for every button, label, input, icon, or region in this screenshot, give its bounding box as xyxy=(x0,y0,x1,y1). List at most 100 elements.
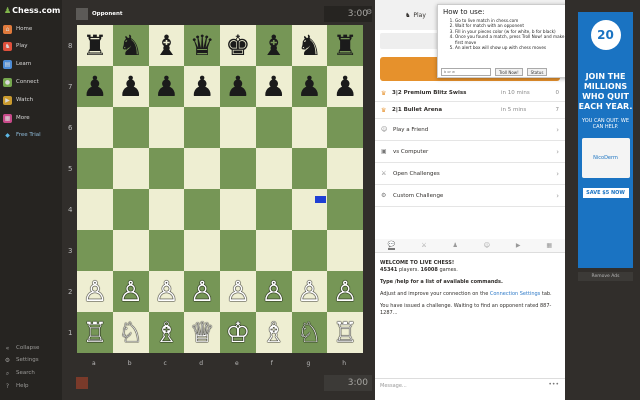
chess-piece[interactable]: ♟ xyxy=(261,72,286,101)
board-square[interactable] xyxy=(291,230,328,271)
chess-piece[interactable]: ♙ xyxy=(154,277,179,306)
chess-piece[interactable]: ♝ xyxy=(261,31,286,60)
board-square[interactable] xyxy=(184,107,220,148)
board-square[interactable]: ♖ xyxy=(327,312,363,353)
board-square[interactable]: ♖ xyxy=(77,312,113,353)
chess-piece[interactable]: ♟ xyxy=(333,72,358,101)
board-settings-gear-icon[interactable]: ⚙ xyxy=(366,8,372,16)
board-square[interactable] xyxy=(77,107,113,148)
chat-tab-icon[interactable]: 💬 xyxy=(387,241,396,250)
board-square[interactable] xyxy=(291,107,328,148)
chess-piece[interactable]: ♗ xyxy=(154,318,179,347)
board-square[interactable] xyxy=(184,148,220,189)
friends-tab-icon[interactable]: ☺ xyxy=(484,242,490,249)
board-square[interactable]: ♜ xyxy=(77,25,113,66)
board-square[interactable]: ♞ xyxy=(291,25,328,66)
games-tab-icon[interactable]: ⚔ xyxy=(421,242,426,249)
nav-item-play[interactable]: ♞ Play xyxy=(3,39,59,53)
board-square[interactable]: ♕ xyxy=(184,312,220,353)
board-square[interactable] xyxy=(327,230,363,271)
board-square[interactable] xyxy=(112,148,149,189)
board-square[interactable]: ♟ xyxy=(220,66,256,107)
board-square[interactable] xyxy=(184,189,220,230)
board-square[interactable]: ♟ xyxy=(112,66,149,107)
chess-piece[interactable]: ♘ xyxy=(297,318,322,347)
chess-piece[interactable]: ♙ xyxy=(297,277,322,306)
ad-save-button[interactable]: SAVE $5 NOW xyxy=(582,188,629,198)
board-square[interactable] xyxy=(327,189,363,230)
board-square[interactable]: ♙ xyxy=(220,271,256,312)
board-square[interactable]: ♝ xyxy=(148,25,185,66)
board-square[interactable]: ♟ xyxy=(77,66,113,107)
board-square[interactable] xyxy=(255,107,292,148)
chess-piece[interactable]: ♙ xyxy=(333,277,358,306)
chess-piece[interactable]: ♖ xyxy=(82,318,107,347)
chess-com-logo[interactable]: ♟Chess.com xyxy=(4,6,60,15)
board-square[interactable]: ♝ xyxy=(255,25,292,66)
message-input[interactable]: Message... xyxy=(375,378,565,392)
board-square[interactable] xyxy=(148,230,185,271)
board-square[interactable]: ♔ xyxy=(220,312,256,353)
board-square[interactable]: ♙ xyxy=(327,271,363,312)
chess-board[interactable]: ♜ ♞ ♝ ♛ ♚ ♝ ♞ ♜ ♟ ♟ ♟ ♟ ♟ ♟ ♟ ♟ ♙ ♙ ♙ ♙ ♙ ♙ ♙ ♙ ♖ ♘ ♗ ♕ ♔ ♗ ♘ ♖ xyxy=(77,25,363,353)
nav-item-more[interactable]: ▦ More xyxy=(3,111,59,125)
custom-challenge-row[interactable]: ⚙ Custom Challenge › xyxy=(375,185,565,207)
more-options-icon[interactable]: ••• xyxy=(548,381,559,388)
chess-piece[interactable]: ♟ xyxy=(225,72,250,101)
watch-tab-icon[interactable]: ▶ xyxy=(516,242,521,249)
lobby-event-row[interactable]: ♛ 2|1 Bullet Arena in 5 mins 7 xyxy=(375,102,565,119)
chess-piece[interactable]: ♙ xyxy=(190,277,215,306)
board-square[interactable]: ♙ xyxy=(112,271,149,312)
chess-piece[interactable]: ♞ xyxy=(118,31,143,60)
board-square[interactable] xyxy=(148,107,185,148)
board-square[interactable] xyxy=(255,189,292,230)
board-square[interactable] xyxy=(220,189,256,230)
nav-item-home[interactable]: ⌂ Home xyxy=(3,22,59,36)
board-square[interactable] xyxy=(220,107,256,148)
board-square[interactable]: ♘ xyxy=(112,312,149,353)
board-square[interactable] xyxy=(77,189,113,230)
board-square[interactable] xyxy=(220,230,256,271)
chess-piece[interactable]: ♛ xyxy=(190,31,215,60)
troll-now-button[interactable]: Troll Now! xyxy=(495,68,523,76)
board-square[interactable] xyxy=(220,148,256,189)
board-square[interactable]: ♚ xyxy=(220,25,256,66)
color-input[interactable] xyxy=(441,68,491,76)
nav-item-learn[interactable]: ▤ Learn xyxy=(3,57,59,71)
board-square[interactable]: ♜ xyxy=(327,25,363,66)
chess-piece[interactable]: ♜ xyxy=(333,31,358,60)
board-square[interactable] xyxy=(112,107,149,148)
board-square[interactable] xyxy=(327,148,363,189)
board-square[interactable] xyxy=(112,230,149,271)
board-square[interactable] xyxy=(255,148,292,189)
chess-piece[interactable]: ♕ xyxy=(190,318,215,347)
chess-piece[interactable]: ♘ xyxy=(118,318,143,347)
chess-piece[interactable]: ♟ xyxy=(118,72,143,101)
board-square[interactable]: ♙ xyxy=(255,271,292,312)
board-square[interactable]: ♟ xyxy=(184,66,220,107)
chess-piece[interactable]: ♗ xyxy=(261,318,286,347)
events-tab-icon[interactable]: ▦ xyxy=(546,242,552,249)
chess-piece[interactable]: ♖ xyxy=(333,318,358,347)
lobby-event-row[interactable]: ♛ 3|2 Premium Blitz Swiss in 10 mins 0 xyxy=(375,85,565,102)
board-square[interactable] xyxy=(184,230,220,271)
chess-piece[interactable]: ♙ xyxy=(225,277,250,306)
board-square[interactable]: ♙ xyxy=(184,271,220,312)
play-a-friend-row[interactable]: ☺ Play a Friend › xyxy=(375,119,565,141)
chess-piece[interactable]: ♟ xyxy=(154,72,179,101)
chess-piece[interactable]: ♟ xyxy=(190,72,215,101)
board-square[interactable] xyxy=(148,189,185,230)
board-square[interactable]: ♟ xyxy=(291,66,328,107)
chess-piece[interactable]: ♝ xyxy=(154,31,179,60)
chess-piece[interactable]: ♟ xyxy=(297,72,322,101)
tab-play[interactable]: Play xyxy=(413,12,426,19)
board-square[interactable]: ♟ xyxy=(255,66,292,107)
board-square[interactable]: ♞ xyxy=(112,25,149,66)
nav-item-connect[interactable]: ● Connect xyxy=(3,75,59,89)
board-square[interactable] xyxy=(148,148,185,189)
board-square[interactable] xyxy=(255,230,292,271)
chess-piece[interactable]: ♙ xyxy=(261,277,286,306)
board-square[interactable]: ♗ xyxy=(148,312,185,353)
board-square[interactable] xyxy=(291,148,328,189)
players-tab-icon[interactable]: ♟ xyxy=(453,242,458,249)
